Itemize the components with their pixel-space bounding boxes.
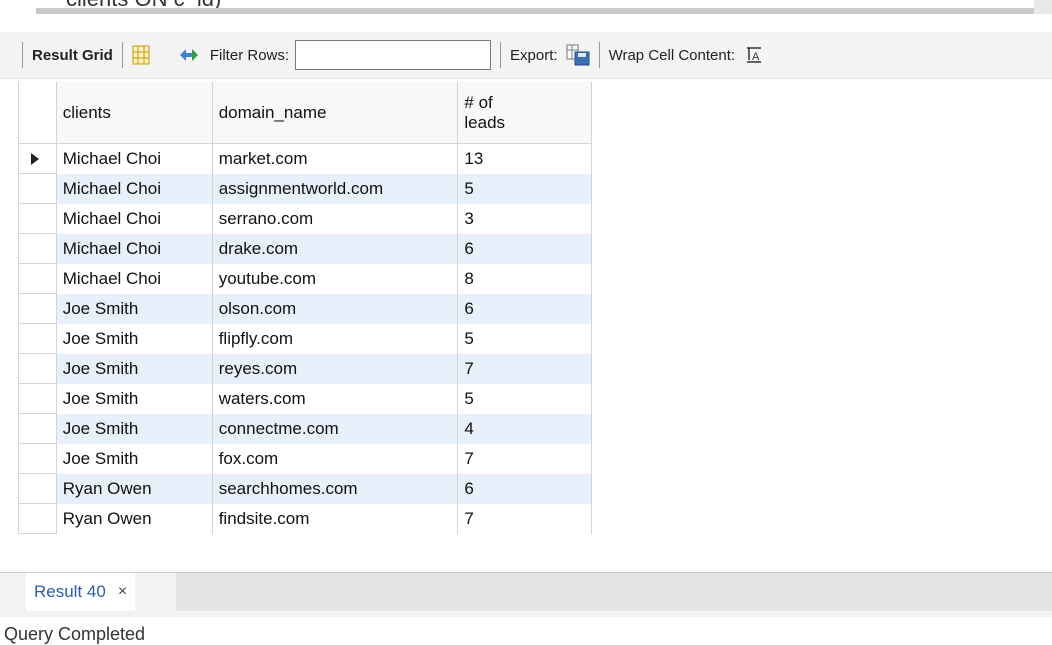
cell-leads[interactable]: 7: [457, 353, 592, 384]
close-icon[interactable]: ×: [118, 583, 127, 601]
table-row[interactable]: Michael Choi assignmentworld.com 5: [18, 173, 592, 204]
cell-leads[interactable]: 6: [457, 473, 592, 504]
cell-clients[interactable]: Michael Choi: [56, 203, 213, 234]
cell-clients[interactable]: Joe Smith: [56, 443, 213, 474]
cell-domain-name[interactable]: waters.com: [212, 383, 459, 414]
cell-domain-name[interactable]: serrano.com: [212, 203, 459, 234]
row-header[interactable]: [18, 383, 57, 414]
result-tab-bar: Result 40 ×: [0, 572, 1052, 617]
row-header[interactable]: [18, 263, 57, 294]
cell-clients[interactable]: Joe Smith: [56, 293, 213, 324]
row-header[interactable]: [18, 443, 57, 474]
toolbar-separator: [500, 42, 502, 68]
form-editor-icon[interactable]: [132, 45, 150, 65]
cell-leads[interactable]: 5: [457, 323, 592, 354]
cell-clients[interactable]: Ryan Owen: [56, 503, 213, 534]
horizontal-scrollbar[interactable]: [36, 8, 1052, 14]
row-header[interactable]: [18, 473, 57, 504]
cell-clients[interactable]: Michael Choi: [56, 143, 213, 174]
toolbar-separator: [22, 42, 23, 68]
cell-leads[interactable]: 7: [457, 443, 592, 474]
toolbar-separator: [598, 42, 600, 68]
table-row[interactable]: Michael Choi serrano.com 3: [18, 203, 592, 234]
cell-domain-name[interactable]: fox.com: [212, 443, 459, 474]
column-header-domain-name[interactable]: domain_name: [212, 82, 459, 144]
cell-domain-name[interactable]: searchhomes.com: [212, 473, 459, 504]
cell-clients[interactable]: Joe Smith: [56, 323, 213, 354]
table-row[interactable]: Ryan Owen searchhomes.com 6: [18, 473, 592, 504]
table-row[interactable]: Michael Choi youtube.com 8: [18, 263, 592, 294]
tab-label: Result 40: [34, 582, 106, 601]
current-row-arrow-icon: [31, 152, 39, 165]
result-grid: clients domain_name # of leads Michael C…: [18, 82, 592, 534]
table-row[interactable]: Joe Smith reyes.com 7: [18, 353, 592, 384]
cell-leads[interactable]: 13: [457, 143, 592, 174]
toolbar-separator: [121, 42, 123, 68]
wrap-cell-label: Wrap Cell Content:: [608, 46, 736, 64]
column-header-clients[interactable]: clients: [56, 82, 213, 144]
tab-result-40[interactable]: Result 40 ×: [26, 573, 136, 611]
cell-clients[interactable]: Joe Smith: [56, 413, 213, 444]
cell-clients[interactable]: Michael Choi: [56, 173, 213, 204]
table-row[interactable]: Joe Smith waters.com 5: [18, 383, 592, 414]
row-header[interactable]: [18, 323, 57, 354]
row-header-corner: [18, 82, 57, 144]
cell-clients[interactable]: Michael Choi: [56, 263, 213, 294]
table-row[interactable]: Joe Smith connectme.com 4: [18, 413, 592, 444]
wrap-cell-icon[interactable]: A: [745, 46, 763, 64]
cell-domain-name[interactable]: assignmentworld.com: [212, 173, 459, 204]
row-header[interactable]: [18, 293, 57, 324]
cell-leads[interactable]: 4: [457, 413, 592, 444]
cell-clients[interactable]: Joe Smith: [56, 383, 213, 414]
cell-clients[interactable]: Ryan Owen: [56, 473, 213, 504]
cell-domain-name[interactable]: flipfly.com: [212, 323, 459, 354]
cell-leads[interactable]: 5: [457, 173, 592, 204]
filter-rows-input[interactable]: [295, 40, 492, 70]
table-row[interactable]: Michael Choi drake.com 6: [18, 233, 592, 264]
export-icon[interactable]: [566, 44, 590, 66]
scrollbar-corner: [1034, 0, 1052, 14]
svg-text:A: A: [752, 51, 760, 63]
cell-leads[interactable]: 8: [457, 263, 592, 294]
cell-leads[interactable]: 3: [457, 203, 592, 234]
cell-domain-name[interactable]: findsite.com: [212, 503, 459, 534]
cell-leads[interactable]: 6: [457, 293, 592, 324]
cell-clients[interactable]: Joe Smith: [56, 353, 213, 384]
result-grid-button[interactable]: Result Grid: [32, 47, 113, 64]
cell-domain-name[interactable]: reyes.com: [212, 353, 459, 384]
filter-rows-label: Filter Rows:: [209, 46, 290, 64]
table-row[interactable]: Joe Smith olson.com 6: [18, 293, 592, 324]
grid-header-row: clients domain_name # of leads: [18, 82, 592, 144]
row-header[interactable]: [18, 143, 57, 174]
editor-remnant: clients ON c_id): [0, 0, 1052, 14]
row-header[interactable]: [18, 173, 57, 204]
cell-domain-name[interactable]: market.com: [212, 143, 459, 174]
tab-bar-empty-area: [176, 573, 1052, 611]
cell-leads[interactable]: 6: [457, 233, 592, 264]
row-header[interactable]: [18, 233, 57, 264]
row-header[interactable]: [18, 413, 57, 444]
cell-domain-name[interactable]: youtube.com: [212, 263, 459, 294]
column-header-leads[interactable]: # of leads: [457, 82, 592, 144]
result-toolbar: Result Grid Filter Rows: Export: Wrap Ce…: [0, 32, 1052, 79]
table-row[interactable]: Michael Choi market.com 13: [18, 143, 592, 174]
table-row[interactable]: Joe Smith flipfly.com 5: [18, 323, 592, 354]
table-row[interactable]: Ryan Owen findsite.com 7: [18, 503, 592, 534]
cell-domain-name[interactable]: connectme.com: [212, 413, 459, 444]
cell-domain-name[interactable]: drake.com: [212, 233, 459, 264]
cell-leads[interactable]: 7: [457, 503, 592, 534]
cell-leads[interactable]: 5: [457, 383, 592, 414]
refresh-icon[interactable]: [178, 47, 200, 63]
table-row[interactable]: Joe Smith fox.com 7: [18, 443, 592, 474]
export-label: Export:: [510, 46, 558, 64]
cell-clients[interactable]: Michael Choi: [56, 233, 213, 264]
row-header[interactable]: [18, 203, 57, 234]
row-header[interactable]: [18, 503, 57, 534]
cell-domain-name[interactable]: olson.com: [212, 293, 459, 324]
row-header[interactable]: [18, 353, 57, 384]
